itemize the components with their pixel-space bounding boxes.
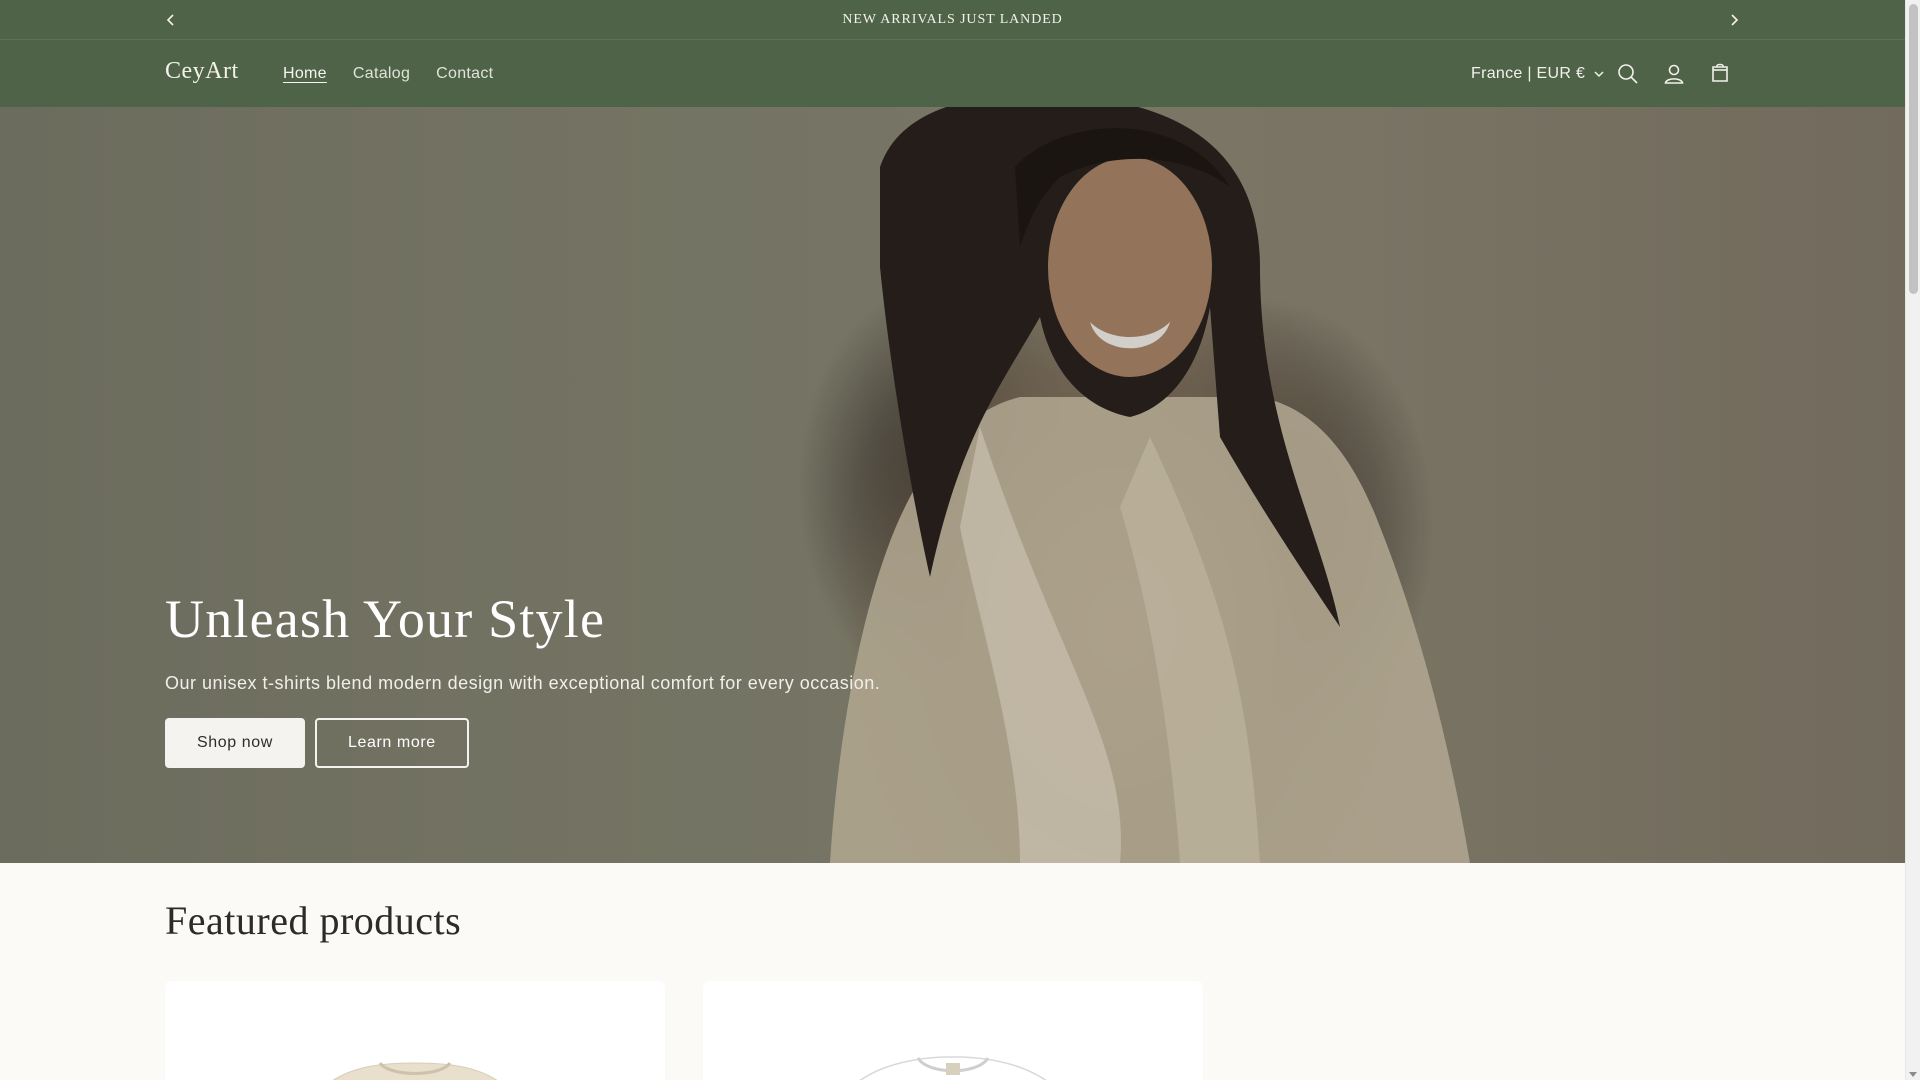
country-selector-label: France | EUR €	[1471, 64, 1586, 82]
announcement-bar: NEW ARRIVALS JUST LANDED	[0, 0, 1905, 40]
learn-more-button[interactable]: Learn more	[314, 718, 469, 769]
hero-content: Unleash Your Style Our unisex t-shirts b…	[165, 589, 881, 769]
hero-subtitle: Our unisex t-shirts blend modern design …	[165, 673, 881, 694]
logo[interactable]: CeyArt	[165, 58, 239, 85]
hero-title: Unleash Your Style	[165, 589, 606, 649]
nav-contact[interactable]: Contact	[423, 65, 506, 83]
scrollbar[interactable]	[1905, 0, 1920, 1080]
nav-catalog[interactable]: Catalog	[340, 65, 423, 83]
site-header: CeyArt Home Catalog Contact France | EUR…	[0, 40, 1905, 107]
chevron-right-icon[interactable]	[1724, 10, 1744, 30]
cart-icon[interactable]	[1707, 61, 1733, 87]
scroll-down-arrow-icon[interactable]	[1909, 1072, 1917, 1077]
product-card[interactable]	[703, 981, 1203, 1080]
hero-banner: Unleash Your Style Our unisex t-shirts b…	[0, 107, 1905, 863]
nav-home[interactable]: Home	[270, 65, 340, 83]
search-icon[interactable]	[1615, 61, 1641, 87]
product-card[interactable]	[165, 981, 665, 1080]
main-nav: Home Catalog Contact	[270, 40, 506, 107]
hero-buttons: Shop now Learn more	[165, 718, 880, 769]
announcement-text: NEW ARRIVALS JUST LANDED	[842, 12, 1063, 27]
scrollbar-thumb[interactable]	[1909, 4, 1918, 294]
country-selector[interactable]: France | EUR €	[1471, 40, 1605, 107]
account-icon[interactable]	[1661, 61, 1687, 87]
product-image	[859, 1056, 1047, 1080]
featured-products-title: Featured products	[165, 898, 462, 943]
product-image	[332, 1061, 498, 1080]
shop-now-button[interactable]: Shop now	[165, 718, 305, 769]
chevron-down-icon	[1594, 70, 1604, 77]
